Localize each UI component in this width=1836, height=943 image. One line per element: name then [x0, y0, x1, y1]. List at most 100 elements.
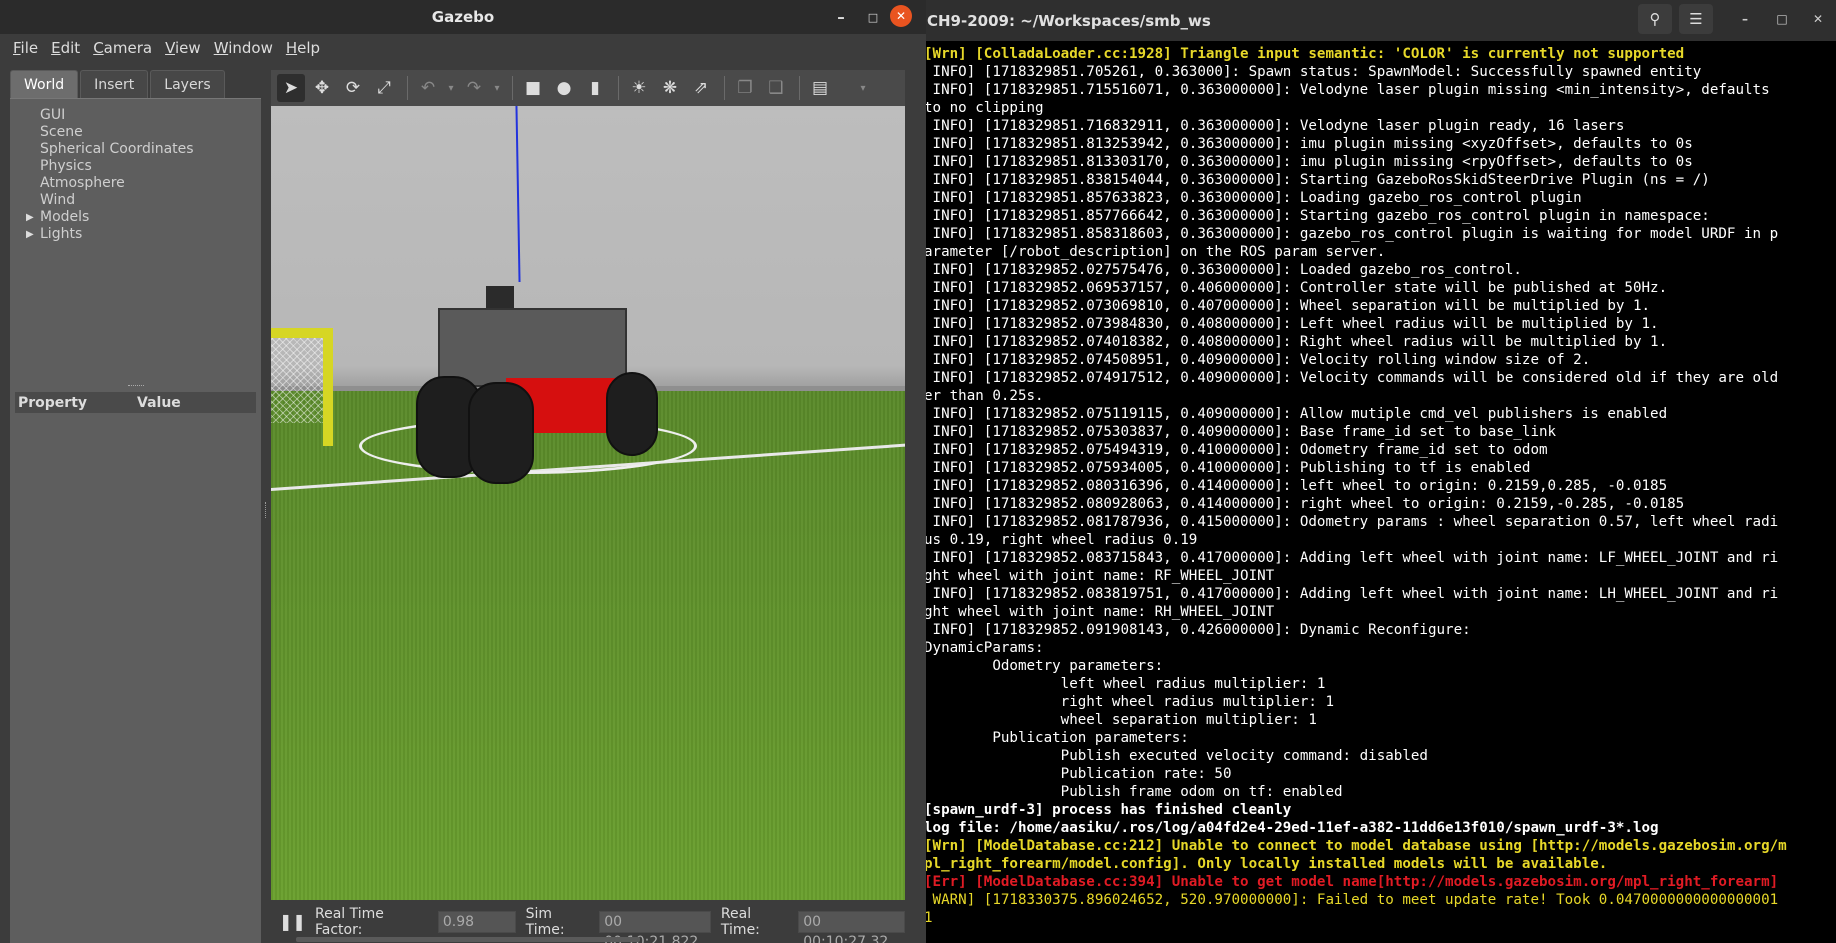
- search-icon[interactable]: ⚲: [1638, 4, 1672, 34]
- box-shape-icon[interactable]: ■: [519, 74, 547, 102]
- terminal-line: INFO] [1718329851.716832911, 0.363000000…: [926, 118, 1625, 134]
- gazebo-titlebar[interactable]: Gazebo – □ ✕: [0, 0, 926, 34]
- tree-item-models[interactable]: ▶ Models: [10, 209, 261, 226]
- close-icon[interactable]: ✕: [890, 5, 912, 27]
- redo-icon[interactable]: ↷: [460, 74, 488, 102]
- property-panel: Property Value: [10, 390, 261, 943]
- menu-camera[interactable]: Camera: [93, 39, 152, 57]
- toolbar-separator: [407, 76, 408, 100]
- terminal-line: DynamicParams:: [926, 640, 1044, 656]
- tab-insert[interactable]: Insert: [80, 70, 149, 98]
- terminal-line: INFO] [1718329851.858318603, 0.363000000…: [926, 226, 1779, 242]
- copy-icon[interactable]: ❐: [731, 74, 759, 102]
- rotate-mode-icon[interactable]: ⟳: [339, 74, 367, 102]
- robot-model[interactable]: [416, 276, 666, 484]
- menu-window[interactable]: Window: [214, 39, 273, 57]
- terminal-line: to no clipping: [926, 100, 1044, 116]
- tab-layers[interactable]: Layers: [150, 70, 225, 98]
- terminal-line: INFO] [1718329852.075303837, 0.409000000…: [926, 424, 1557, 440]
- real-time-factor-value: 0.98: [437, 910, 516, 933]
- terminal-line: ght wheel with joint name: RF_WHEEL_JOIN…: [926, 568, 1275, 584]
- minimize-icon[interactable]: –: [824, 0, 858, 34]
- panel-splitter[interactable]: [10, 382, 261, 390]
- terminal-line: INFO] [1718329852.069537157, 0.406000000…: [926, 280, 1668, 296]
- menu-view[interactable]: View: [165, 39, 201, 57]
- pause-icon[interactable]: ❚❚: [279, 912, 306, 931]
- select-mode-icon[interactable]: ➤: [277, 74, 305, 102]
- vertical-splitter[interactable]: [262, 70, 270, 943]
- toolbar-separator: [512, 76, 513, 100]
- toolbar: ➤ ✥ ⟳ ⤢ ↶ ▾ ↷ ▾ ■ ● ▮ ☀ ❋ ⇗ ❐ ❑ ▤ ▾: [271, 70, 905, 106]
- tree-item-gui[interactable]: GUI: [10, 107, 261, 124]
- tree-item-scene[interactable]: Scene: [10, 124, 261, 141]
- undo-dropdown-icon[interactable]: ▾: [445, 74, 457, 102]
- left-panel: World Insert Layers GUI Scene Spherical …: [10, 70, 261, 943]
- spot-light-icon[interactable]: ❋: [656, 74, 684, 102]
- tree-item-label: Lights: [40, 226, 83, 242]
- tab-world[interactable]: World: [10, 70, 79, 98]
- cylinder-shape-icon[interactable]: ▮: [581, 74, 609, 102]
- expand-arrow-icon[interactable]: ▶: [26, 226, 34, 243]
- terminal-line: [Wrn] [ModelDatabase.cc:212] Unable to c…: [926, 838, 1787, 854]
- sim-time-value: 00 00:10:21.822: [599, 910, 711, 943]
- paste-icon[interactable]: ❑: [762, 74, 790, 102]
- minimize-icon[interactable]: –: [1730, 4, 1760, 34]
- terminal-line: us 0.19, right wheel radius 0.19: [926, 532, 1198, 548]
- menu-edit[interactable]: Edit: [51, 39, 80, 57]
- terminal-line: INFO] [1718329852.091908143, 0.426000000…: [926, 622, 1471, 638]
- terminal-line: INFO] [1718329852.027575476, 0.363000000…: [926, 262, 1522, 278]
- redo-dropdown-icon[interactable]: ▾: [491, 74, 503, 102]
- terminal-title: CH9-2009: ~/Workspaces/smb_ws: [927, 12, 1211, 30]
- terminal-line: right wheel radius multiplier: 1: [926, 694, 1334, 710]
- terminal-line: INFO] [1718329852.080316396, 0.414000000…: [926, 478, 1668, 494]
- tree-item-lights[interactable]: ▶ Lights: [10, 226, 261, 243]
- align-icon[interactable]: ▤: [806, 74, 834, 102]
- toolbar-separator: [618, 76, 619, 100]
- terminal-line: Publication rate: 50: [926, 766, 1232, 782]
- terminal-window: CH9-2009: ~/Workspaces/smb_ws ⚲ ☰ – □ ✕ …: [926, 0, 1836, 943]
- close-icon[interactable]: ✕: [1803, 4, 1833, 34]
- wheel-front-right: [606, 372, 658, 456]
- scale-mode-icon[interactable]: ⤢: [370, 74, 398, 102]
- tree-item-wind[interactable]: Wind: [10, 192, 261, 209]
- tree-item-spherical-coordinates[interactable]: Spherical Coordinates: [10, 141, 261, 158]
- terminal-line: [Err] [ModelDatabase.cc:394] Unable to g…: [926, 874, 1779, 890]
- undo-icon[interactable]: ↶: [414, 74, 442, 102]
- 3d-viewport[interactable]: [271, 106, 905, 900]
- tree-item-label: Physics: [40, 158, 92, 174]
- tree-item-physics[interactable]: Physics: [10, 158, 261, 175]
- directional-light-icon[interactable]: ⇗: [687, 74, 715, 102]
- terminal-line: INFO] [1718329852.073069810, 0.407000000…: [926, 298, 1651, 314]
- terminal-output[interactable]: [Wrn] [ColladaLoader.cc:1928] Triangle i…: [926, 45, 1836, 927]
- terminal-line: Publish frame odom on tf: enabled: [926, 784, 1343, 800]
- terminal-line: WARN] [1718330375.896024652, 520.9700000…: [926, 892, 1779, 908]
- tree-item-label: GUI: [40, 107, 66, 123]
- menu-help[interactable]: Help: [286, 39, 320, 57]
- terminal-line: INFO] [1718329851.715516071, 0.363000000…: [926, 82, 1770, 98]
- tree-item-atmosphere[interactable]: Atmosphere: [10, 175, 261, 192]
- z-axis-marker: [515, 106, 521, 283]
- translate-mode-icon[interactable]: ✥: [308, 74, 336, 102]
- expand-arrow-icon[interactable]: ▶: [26, 209, 34, 226]
- sphere-shape-icon[interactable]: ●: [550, 74, 578, 102]
- terminal-line: INFO] [1718329852.074917512, 0.409000000…: [926, 370, 1779, 386]
- terminal-line: pl_right_forearm/model.config]. Only loc…: [926, 856, 1608, 872]
- tree-item-label: Models: [40, 209, 90, 225]
- snap-dropdown-icon[interactable]: ▾: [857, 74, 869, 102]
- terminal-line: INFO] [1718329851.857633823, 0.363000000…: [926, 190, 1582, 206]
- menu-file[interactable]: File: [13, 39, 38, 57]
- real-time-factor-label: Real Time Factor:: [315, 905, 384, 938]
- sim-time-label: Sim Time:: [525, 905, 565, 938]
- hamburger-menu-icon[interactable]: ☰: [1679, 4, 1713, 34]
- maximize-icon[interactable]: □: [1767, 4, 1797, 34]
- world-tree: GUI Scene Spherical Coordinates Physics …: [10, 98, 261, 382]
- real-time-value: 00 00:10:27.32: [798, 910, 906, 943]
- robot-body: [438, 308, 627, 387]
- terminal-titlebar[interactable]: CH9-2009: ~/Workspaces/smb_ws ⚲ ☰ – □ ✕: [926, 0, 1836, 41]
- panel-tabs: World Insert Layers: [10, 70, 261, 98]
- toolbar-separator: [724, 76, 725, 100]
- maximize-icon[interactable]: □: [856, 0, 890, 34]
- point-light-icon[interactable]: ☀: [625, 74, 653, 102]
- terminal-line: INFO] [1718329851.838154044, 0.363000000…: [926, 172, 1710, 188]
- horizontal-scrollbar[interactable]: [296, 937, 640, 942]
